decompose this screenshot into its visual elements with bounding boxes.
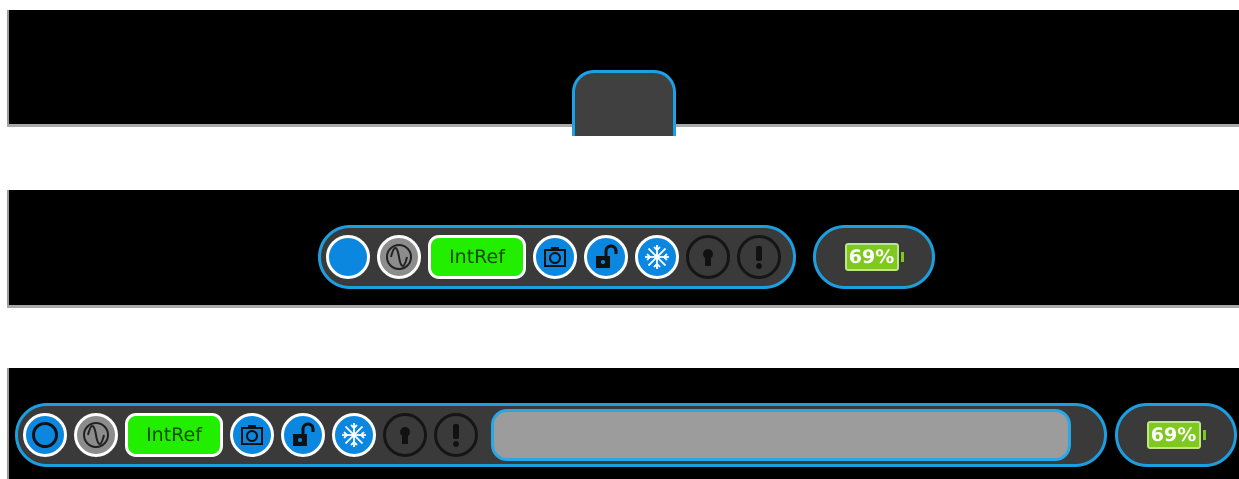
camera-button[interactable] xyxy=(533,235,577,279)
panel-divider xyxy=(7,305,1239,308)
exclamation-icon xyxy=(453,424,459,447)
keyhole-icon xyxy=(400,427,410,444)
keyhole-icon xyxy=(703,249,713,266)
battery-icon: 69% xyxy=(1146,421,1206,449)
freeze-button[interactable] xyxy=(635,235,679,279)
snowflake-icon xyxy=(342,423,366,447)
panel-edge xyxy=(7,190,9,308)
security-button[interactable] xyxy=(383,413,427,457)
panel-expanded: IntRef 69% xyxy=(7,368,1239,479)
lock-button[interactable] xyxy=(584,235,628,279)
reference-badge[interactable]: IntRef xyxy=(125,413,223,457)
panel-collapsed xyxy=(7,10,1239,136)
reference-badge[interactable]: IntRef xyxy=(428,235,526,279)
status-toolbar-expanded: IntRef xyxy=(15,403,1107,467)
alert-button[interactable] xyxy=(737,235,781,279)
waveform-icon xyxy=(386,244,412,270)
battery-percent: 69% xyxy=(1146,421,1201,449)
camera-icon xyxy=(544,247,566,267)
panel-edge xyxy=(7,368,9,479)
battery-status: 69% xyxy=(1115,403,1237,467)
waveform-button[interactable] xyxy=(74,413,118,457)
battery-status: 69% xyxy=(813,225,935,289)
run-indicator-icon xyxy=(32,422,58,448)
exclamation-icon xyxy=(756,246,762,269)
unlock-icon xyxy=(596,244,618,268)
alert-button[interactable] xyxy=(434,413,478,457)
camera-icon xyxy=(241,425,263,445)
panel-edge xyxy=(7,10,9,127)
battery-terminal xyxy=(1202,430,1206,440)
unlock-icon xyxy=(293,422,315,446)
freeze-button[interactable] xyxy=(332,413,376,457)
battery-percent: 69% xyxy=(844,243,899,271)
snowflake-icon xyxy=(645,245,669,269)
security-button[interactable] xyxy=(686,235,730,279)
panel-compact: IntRef 69% xyxy=(7,190,1239,308)
battery-terminal xyxy=(900,252,904,262)
waveform-button[interactable] xyxy=(377,235,421,279)
waveform-icon xyxy=(83,422,109,448)
battery-icon: 69% xyxy=(844,243,904,271)
status-toolbar: IntRef xyxy=(318,225,796,289)
run-indicator-button[interactable] xyxy=(23,413,67,457)
status-message-field[interactable] xyxy=(491,409,1071,461)
camera-button[interactable] xyxy=(230,413,274,457)
run-indicator-button[interactable] xyxy=(326,235,370,279)
lock-button[interactable] xyxy=(281,413,325,457)
toolbar-expand-tab[interactable] xyxy=(572,70,676,136)
